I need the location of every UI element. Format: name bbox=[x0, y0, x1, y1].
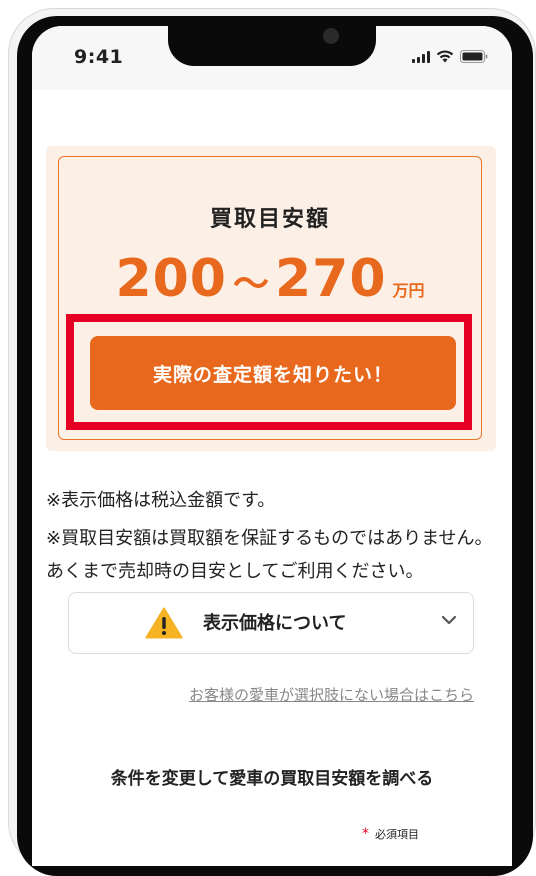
wifi-icon bbox=[436, 50, 454, 63]
price-unit: 万円 bbox=[392, 281, 425, 300]
estimate-price: 200 〜 270 万円 bbox=[59, 249, 481, 309]
warning-icon bbox=[145, 607, 183, 639]
price-max: 270 bbox=[275, 249, 387, 309]
price-info-accordion[interactable]: 表示価格について bbox=[68, 592, 474, 654]
price-info-label: 表示価格について bbox=[203, 613, 347, 634]
tax-note: ※表示価格は税込金額です。 bbox=[46, 490, 276, 511]
required-marker: * bbox=[362, 826, 369, 842]
price-min: 200 bbox=[115, 249, 227, 309]
signal-icon bbox=[412, 51, 430, 63]
required-label: 必須項目 bbox=[375, 828, 419, 841]
price-separator: 〜 bbox=[232, 264, 269, 305]
chevron-down-icon bbox=[441, 615, 457, 625]
phone-screen: 9:41 買取目安額 200 〜 270 万円 実際の査定額を知りたい！ ※表示… bbox=[32, 26, 512, 866]
status-icons bbox=[412, 50, 488, 63]
battery-icon bbox=[460, 50, 488, 63]
car-not-listed-link[interactable]: お客様の愛車が選択肢にない場合はこちら bbox=[189, 684, 474, 705]
actual-appraisal-button[interactable]: 実際の査定額を知りたい！ bbox=[90, 336, 456, 410]
camera-icon bbox=[323, 28, 339, 44]
disclaimer-note: ※買取目安額は買取額を保証するものではありません。あくまで売却時の目安としてご利… bbox=[46, 528, 493, 582]
estimate-title: 買取目安額 bbox=[209, 207, 330, 232]
status-time: 9:41 bbox=[74, 46, 124, 68]
required-legend: * 必須項目 bbox=[362, 826, 419, 842]
phone-notch bbox=[168, 24, 376, 66]
section-heading: 条件を変更して愛車の買取目安額を調べる bbox=[110, 769, 434, 789]
